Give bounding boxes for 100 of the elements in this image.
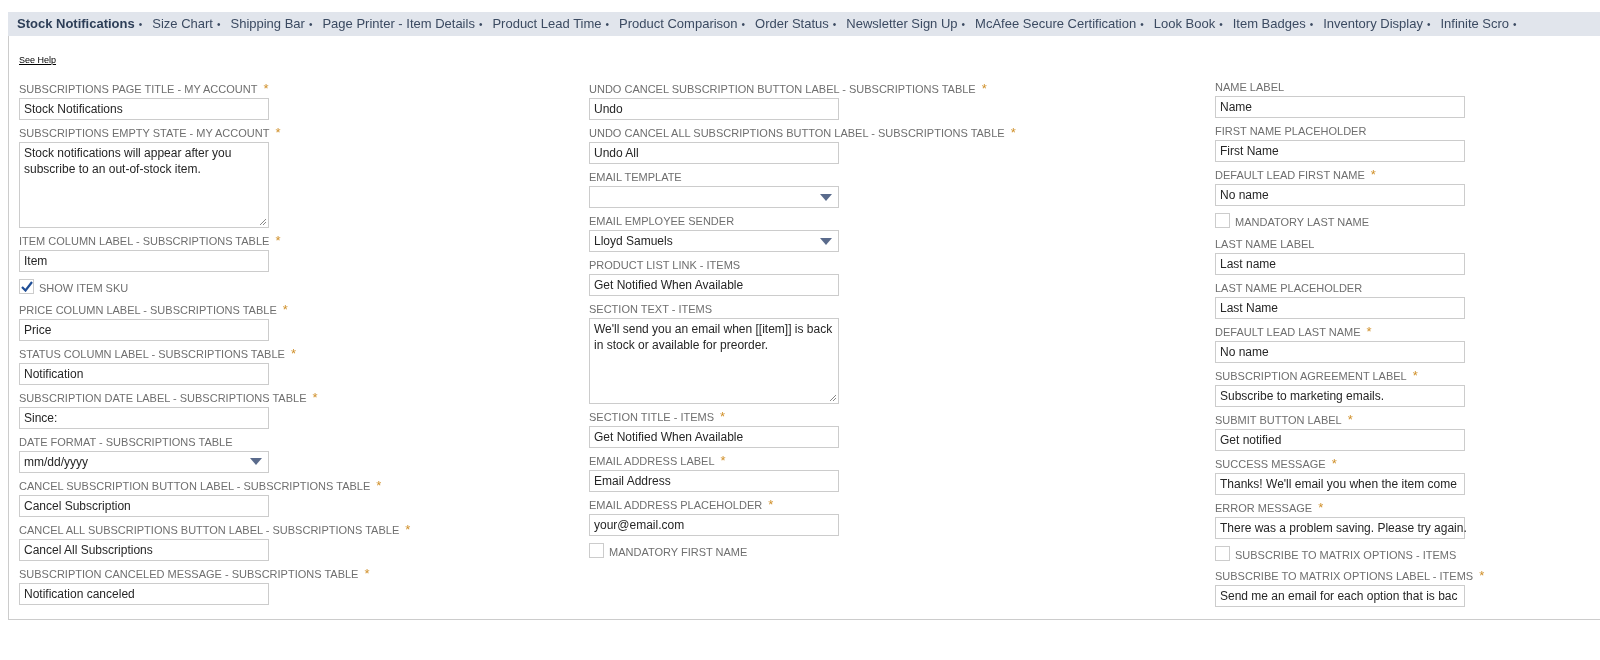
dropdown-value: mm/dd/yyyy: [24, 453, 88, 471]
text-field[interactable]: Name: [1215, 96, 1465, 118]
required-mark: *: [720, 410, 726, 423]
resize-handle-icon: [259, 218, 267, 226]
text-field[interactable]: Last name: [1215, 252, 1465, 275]
field-label: SUBSCRIPTIONS PAGE TITLE - MY ACCOUNT: [19, 82, 258, 96]
field-label: DEFAULT LEAD LAST NAME: [1215, 324, 1361, 339]
field-label: SUCCESS MESSAGE: [1215, 456, 1326, 471]
field-label: EMAIL TEMPLATE: [589, 170, 682, 184]
text-field[interactable]: Cancel Subscription: [19, 494, 269, 517]
field-label: FIRST NAME PLACEHOLDER: [1215, 124, 1367, 138]
text-field[interactable]: No name: [1215, 340, 1465, 363]
field-label: CANCEL SUBSCRIPTION BUTTON LABEL - SUBSCRIPTIONS TABLE: [19, 478, 371, 493]
tab[interactable]: Size Chart: [152, 14, 213, 34]
checkbox-label: SUBSCRIBE TO MATRIX OPTIONS - ITEMS: [1235, 547, 1457, 563]
text-area[interactable]: We'll send you an email when [[item]] is back in stock or available for preorder.: [589, 318, 839, 404]
text-field[interactable]: Stock Notifications: [19, 98, 269, 120]
checkbox-label: SHOW ITEM SKU: [39, 281, 129, 296]
required-mark: *: [364, 566, 370, 580]
field-label: EMAIL ADDRESS PLACEHOLDER: [589, 498, 763, 512]
text-field[interactable]: Notification canceled: [19, 582, 269, 605]
required-mark: *: [405, 522, 411, 536]
text-field[interactable]: Since:: [19, 406, 269, 429]
tab[interactable]: Infinite Scro: [1440, 14, 1510, 34]
text-field[interactable]: Send me an email for each option that is bac: [1215, 585, 1465, 607]
dropdown-caret-icon: [820, 193, 832, 201]
text-field[interactable]: Price: [19, 318, 269, 341]
tab[interactable]: Shipping Bar: [230, 14, 305, 34]
tab[interactable]: Newsletter Sign Up: [846, 14, 958, 34]
text-field[interactable]: Get Notified When Available: [589, 274, 839, 296]
dropdown-caret-icon: [250, 458, 262, 465]
tab-separator: •: [216, 17, 221, 32]
tab-separator: •: [741, 17, 746, 32]
required-mark: *: [1318, 500, 1324, 514]
checkbox-label: MANDATORY FIRST NAME: [609, 545, 748, 560]
text-field[interactable]: Get Notified When Available: [589, 426, 839, 448]
tab[interactable]: Page Printer - Item Details: [322, 14, 475, 34]
field-label: LAST NAME PLACEHOLDER: [1215, 280, 1363, 295]
field-label: UNDO CANCEL ALL SUBSCRIPTIONS BUTTON LABEL - SUBSCRIPTIONS TABLE: [589, 126, 1005, 140]
text-field[interactable]: There was a problem saving. Please try again.: [1215, 516, 1465, 539]
tab-separator: •: [138, 17, 143, 32]
tab-separator: •: [1513, 17, 1517, 32]
field-label: UNDO CANCEL SUBSCRIPTION BUTTON LABEL - SUBSCRIPTIONS TABLE: [589, 82, 976, 96]
tab[interactable]: Product Comparison: [619, 14, 738, 34]
checkbox[interactable]: [589, 543, 604, 559]
tab-separator: •: [1309, 17, 1314, 32]
dropdown-caret-icon: [820, 237, 832, 245]
tab[interactable]: Look Book: [1153, 14, 1216, 34]
checkbox[interactable]: [19, 279, 34, 295]
tab[interactable]: Stock Notifications: [17, 14, 135, 34]
tab[interactable]: McAfee Secure Certification: [975, 14, 1137, 34]
dropdown-field[interactable]: [589, 186, 839, 208]
text-field[interactable]: No name: [1215, 184, 1465, 206]
field-label: STATUS COLUMN LABEL - SUBSCRIPTIONS TABLE: [19, 346, 285, 361]
text-field[interactable]: Email Address: [589, 470, 839, 492]
dropdown-field[interactable]: Lloyd Samuels: [589, 230, 839, 252]
text-field[interactable]: Notification: [19, 362, 269, 385]
tab[interactable]: Item Badges: [1232, 14, 1306, 34]
text-field[interactable]: Last Name: [1215, 296, 1465, 319]
required-mark: *: [282, 302, 288, 316]
tab-separator: •: [832, 17, 837, 32]
field-label: SUBSCRIPTION AGREEMENT LABEL: [1215, 368, 1407, 383]
field-label: SECTION TITLE - ITEMS: [589, 410, 715, 424]
tab[interactable]: Order Status: [755, 14, 829, 34]
text-field[interactable]: Cancel All Subscriptions: [19, 538, 269, 561]
text-field[interactable]: your@email.com: [589, 514, 839, 536]
required-mark: *: [1331, 456, 1337, 470]
text-field[interactable]: First Name: [1215, 140, 1465, 162]
checkbox[interactable]: [1215, 213, 1230, 229]
dropdown-field[interactable]: mm/dd/yyyy: [19, 450, 269, 473]
checkbox[interactable]: [1215, 545, 1230, 561]
field-label: ERROR MESSAGE: [1215, 500, 1313, 515]
required-mark: *: [312, 390, 318, 404]
text-field[interactable]: Item: [19, 250, 269, 272]
text-area[interactable]: Stock notifications will appear after you subscribe to an out-of-stock item.: [19, 142, 269, 228]
field-label: SUBSCRIPTION CANCELED MESSAGE - SUBSCRIPTIONS TABLE: [19, 566, 359, 581]
text-field[interactable]: Get notified: [1215, 428, 1465, 451]
tab[interactable]: Inventory Display: [1323, 14, 1423, 34]
tab[interactable]: Product Lead Time: [492, 14, 602, 34]
field-label: PRICE COLUMN LABEL - SUBSCRIPTIONS TABLE: [19, 302, 277, 317]
field-label: NAME LABEL: [1215, 80, 1285, 94]
help-link[interactable]: See Help: [19, 55, 57, 65]
required-mark: *: [1412, 368, 1418, 382]
text-field[interactable]: Thanks! We'll email you when the item come: [1215, 472, 1465, 495]
required-mark: *: [263, 82, 269, 95]
required-mark: *: [376, 478, 382, 492]
field-label: SUBMIT BUTTON LABEL: [1215, 412, 1342, 427]
field-label: SUBSCRIPTIONS EMPTY STATE - MY ACCOUNT: [19, 126, 270, 140]
field-label: EMAIL EMPLOYEE SENDER: [589, 214, 735, 228]
field-label: DEFAULT LEAD FIRST NAME: [1215, 168, 1365, 182]
text-field[interactable]: Undo: [589, 98, 839, 120]
required-mark: *: [290, 346, 296, 360]
checkbox-label: MANDATORY LAST NAME: [1235, 215, 1370, 230]
tab-separator: •: [1426, 17, 1431, 32]
field-label: PRODUCT LIST LINK - ITEMS: [589, 258, 741, 272]
text-field[interactable]: Undo All: [589, 142, 839, 164]
required-mark: *: [275, 234, 281, 247]
field-label: LAST NAME LABEL: [1215, 236, 1315, 251]
required-mark: *: [720, 454, 726, 467]
text-field[interactable]: Subscribe to marketing emails.: [1215, 384, 1465, 407]
